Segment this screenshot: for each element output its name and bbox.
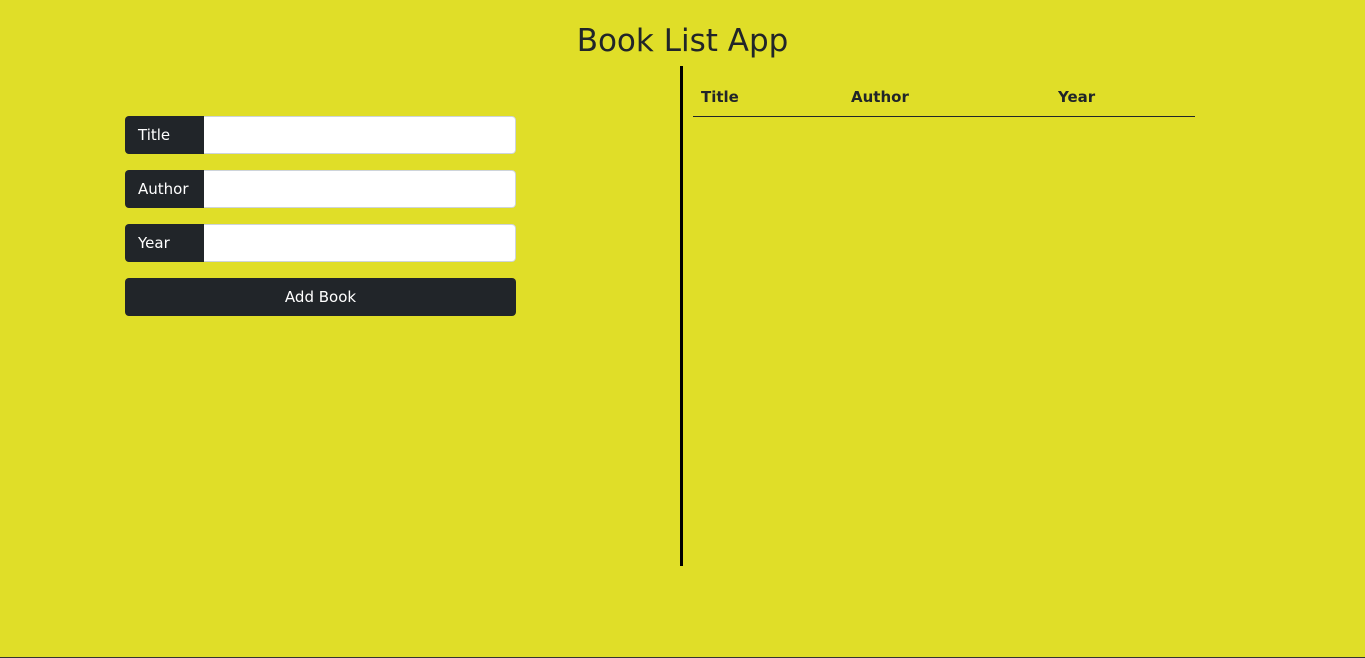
column-header-author[interactable]: Author (843, 77, 1050, 117)
book-list-panel: Title Author Year (693, 77, 1195, 117)
author-label: Author (125, 170, 204, 208)
year-label: Year (125, 224, 204, 262)
year-input[interactable] (204, 224, 516, 262)
author-input-group: Author (125, 170, 516, 208)
column-header-title[interactable]: Title (693, 77, 843, 117)
add-book-button[interactable]: Add Book (125, 278, 516, 316)
year-input-group: Year (125, 224, 516, 262)
page-title: Book List App (576, 23, 789, 59)
vertical-divider (680, 66, 683, 566)
title-label: Title (125, 116, 204, 154)
table-header-row: Title Author Year (693, 77, 1195, 117)
author-input[interactable] (204, 170, 516, 208)
book-form: Title Author Year Add Book (125, 116, 516, 316)
title-input[interactable] (204, 116, 516, 154)
book-table: Title Author Year (693, 77, 1195, 117)
title-input-group: Title (125, 116, 516, 154)
column-header-year[interactable]: Year (1050, 77, 1195, 117)
